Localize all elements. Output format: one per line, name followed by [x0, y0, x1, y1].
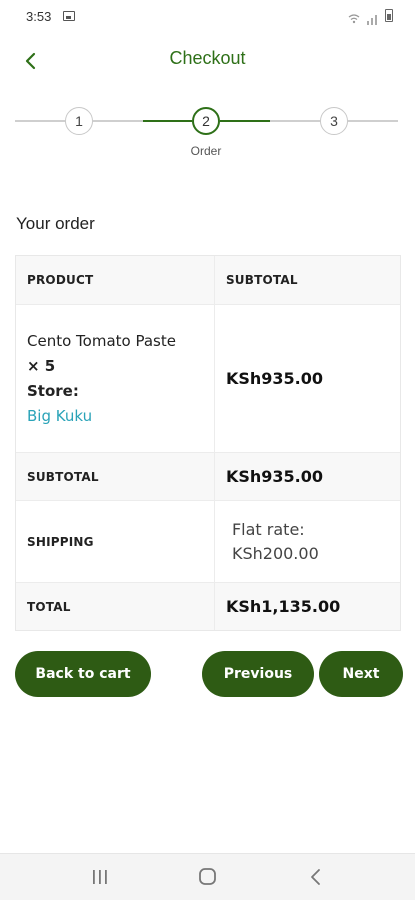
status-bar: 3:53 — [0, 0, 415, 34]
next-button[interactable]: Next — [319, 651, 403, 697]
step-2-label: Order — [190, 144, 222, 158]
subtotal-row: SUBTOTAL KSh935.00 — [16, 452, 400, 500]
step-2[interactable]: 2 — [192, 107, 220, 135]
shipping-value-cell: Flat rate: KSh200.00 — [215, 501, 400, 582]
store-label: Store: — [27, 382, 79, 400]
image-notification-icon — [63, 11, 75, 21]
subtotal-label: SUBTOTAL — [16, 453, 215, 500]
shipping-cost: KSh200.00 — [231, 544, 319, 563]
checkout-stepper: 1 2 3 Order — [0, 104, 415, 164]
total-row: TOTAL KSh1,135.00 — [16, 582, 400, 630]
subtotal-value-cell: KSh935.00 — [215, 453, 400, 500]
table-header-row: PRODUCT SUBTOTAL — [16, 256, 400, 304]
step-connector — [270, 120, 320, 122]
total-value-cell: KSh1,135.00 — [215, 583, 400, 630]
previous-button[interactable]: Previous — [202, 651, 314, 697]
total-value: KSh1,135.00 — [225, 597, 341, 616]
step-connector — [93, 120, 143, 122]
table-row: Cento Tomato Paste × 5 Store: Big Kuku K… — [16, 304, 400, 452]
product-subtotal: KSh935.00 — [225, 369, 324, 388]
status-time: 3:53 — [26, 9, 52, 24]
home-button[interactable] — [196, 866, 220, 888]
subtotal-value: KSh935.00 — [225, 467, 324, 486]
step-connector — [348, 120, 398, 122]
step-1[interactable]: 1 — [65, 107, 93, 135]
shipping-label: SHIPPING — [16, 501, 215, 582]
order-table: PRODUCT SUBTOTAL Cento Tomato Paste × 5 … — [15, 255, 401, 631]
product-name: Cento Tomato Paste — [27, 332, 176, 350]
chevron-left-icon — [25, 52, 36, 70]
recents-button[interactable] — [88, 866, 112, 888]
subtotal-column-header: SUBTOTAL — [225, 273, 298, 287]
section-title: Your order — [16, 214, 95, 233]
store-link[interactable]: Big Kuku — [27, 407, 176, 425]
battery-icon — [385, 9, 393, 22]
step-3[interactable]: 3 — [320, 107, 348, 135]
product-column-header: PRODUCT — [16, 256, 215, 304]
system-nav-bar — [0, 853, 415, 900]
product-subtotal-cell: KSh935.00 — [215, 305, 400, 452]
wifi-calling-icon — [347, 10, 361, 23]
home-icon — [199, 868, 216, 885]
product-quantity: × 5 — [27, 357, 56, 375]
step-connector-active — [143, 120, 192, 122]
back-icon — [311, 869, 320, 885]
step-connector — [15, 120, 65, 122]
signal-icon — [366, 10, 380, 25]
product-cell: Cento Tomato Paste × 5 Store: Big Kuku — [16, 305, 215, 452]
page-title: Checkout — [169, 48, 246, 68]
total-label: TOTAL — [16, 583, 215, 630]
back-to-cart-button[interactable]: Back to cart — [15, 651, 151, 697]
step-connector-active — [220, 120, 270, 122]
shipping-row: SHIPPING Flat rate: KSh200.00 — [16, 500, 400, 582]
shipping-method: Flat rate: — [231, 520, 305, 539]
recents-icon — [93, 870, 107, 884]
back-button[interactable] — [18, 48, 44, 74]
status-icons — [347, 9, 393, 25]
nav-back-button[interactable] — [304, 866, 328, 888]
